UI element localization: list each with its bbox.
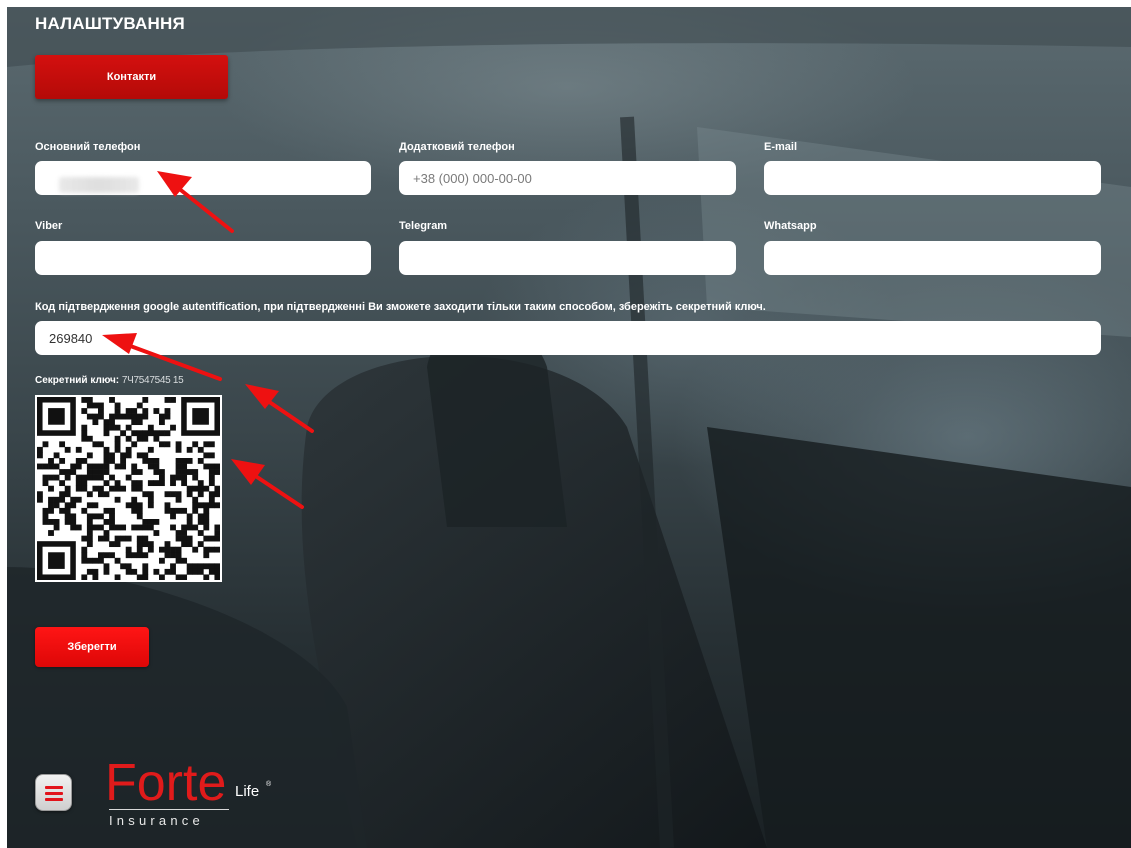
secret-key-label: Секретний ключ: bbox=[35, 375, 120, 386]
logo-sub: Life bbox=[235, 783, 260, 800]
telegram-input[interactable] bbox=[399, 241, 736, 275]
email-input[interactable] bbox=[764, 161, 1101, 195]
secret-key: Секретний ключ: 7Ч7547545 15 bbox=[35, 375, 184, 386]
forte-life-logo: Forte Life ® Insurance bbox=[105, 757, 285, 832]
email-label: E-mail bbox=[764, 141, 798, 153]
extra-phone-label: Додатковий телефон bbox=[399, 141, 515, 153]
viber-label: Viber bbox=[35, 220, 63, 232]
logo-brand: Forte bbox=[105, 754, 227, 812]
main-phone-label: Основний телефон bbox=[35, 141, 141, 153]
logo-tagline: Insurance bbox=[109, 813, 204, 828]
logo-divider bbox=[109, 809, 229, 810]
logo-registered-mark: ® bbox=[266, 781, 272, 788]
redacted-phone-mask bbox=[59, 177, 139, 193]
tab-contacts[interactable]: Контакти bbox=[35, 55, 228, 99]
settings-page: НАЛАШТУВАННЯ Контакти Основний телефон Д… bbox=[7, 7, 1131, 848]
extra-phone-input[interactable] bbox=[399, 161, 736, 195]
page-title: НАЛАШТУВАННЯ bbox=[35, 14, 185, 33]
qr-code-pattern bbox=[37, 397, 221, 581]
viber-input[interactable] bbox=[35, 241, 371, 275]
save-button[interactable]: Зберегти bbox=[35, 627, 149, 667]
whatsapp-input[interactable] bbox=[764, 241, 1101, 275]
secret-key-value: 7Ч7547545 15 bbox=[121, 375, 184, 386]
whatsapp-label: Whatsapp bbox=[764, 220, 817, 232]
auth-code-label: Код підтвердження google autentification… bbox=[35, 301, 766, 313]
hamburger-menu-icon[interactable] bbox=[35, 774, 72, 811]
telegram-label: Telegram bbox=[399, 220, 448, 232]
qr-code bbox=[35, 395, 222, 582]
auth-code-input[interactable] bbox=[35, 321, 1101, 355]
